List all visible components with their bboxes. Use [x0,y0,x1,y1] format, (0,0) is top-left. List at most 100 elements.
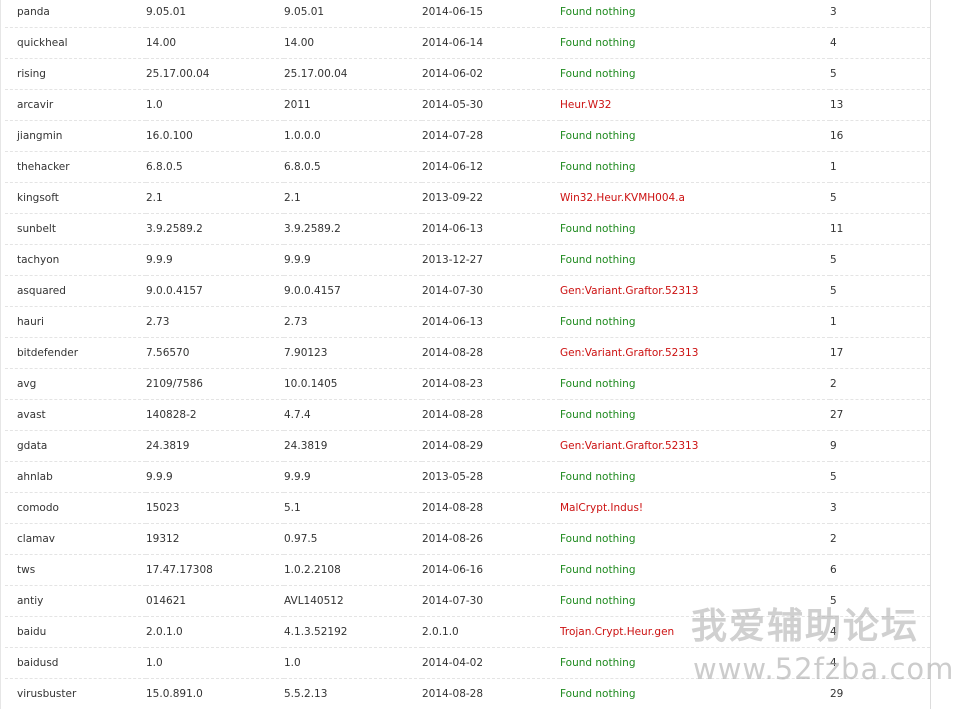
signature-version-cell: 9.9.9 [284,244,422,276]
table-row: arcavir 1.0 2011 2014-05-30 Heur.W32 13 [5,89,930,121]
count-cell: 29 [830,678,930,709]
scan-result-cell: Gen:Variant.Graftor.52313 [560,430,830,462]
count-cell: 5 [830,58,930,90]
scan-result-cell: Found nothing [560,58,830,90]
update-date-cell: 2013-12-27 [422,244,560,276]
engine-version-cell: 9.9.9 [146,244,284,276]
engine-name-cell: jiangmin [5,120,146,152]
table-row: antiy 014621 AVL140512 2014-07-30 Found noth… [5,585,930,617]
scan-result-cell: Found nothing [560,523,830,555]
engine-name-cell: avg [5,368,146,400]
engine-version-cell: 15023 [146,492,284,524]
update-date-cell: 2014-08-28 [422,492,560,524]
table-row: baidu 2.0.1.0 4.1.3.52192 2.0.1.0 Trojan.Cry… [5,616,930,648]
count-cell: 4 [830,616,930,648]
engine-name-cell: kingsoft [5,182,146,214]
signature-version-cell: 10.0.1405 [284,368,422,400]
count-cell: 3 [830,0,930,28]
update-date-cell: 2014-08-28 [422,678,560,709]
update-date-cell: 2014-07-28 [422,120,560,152]
signature-version-cell: AVL140512 [284,585,422,617]
scan-results-body: panda 9.05.01 9.05.01 2014-06-15 Found nothi… [5,0,930,709]
count-cell: 4 [830,647,930,679]
table-row: virusbuster 15.0.891.0 5.5.2.13 2014-08-28 F… [5,678,930,709]
engine-version-cell: 9.0.0.4157 [146,275,284,307]
scan-result-cell: Found nothing [560,213,830,245]
engine-name-cell: ahnlab [5,461,146,493]
update-date-cell: 2014-06-14 [422,27,560,59]
signature-version-cell: 1.0.0.0 [284,120,422,152]
engine-name-cell: gdata [5,430,146,462]
table-row: rising 25.17.00.04 25.17.00.04 2014-06-02 Fo… [5,58,930,90]
engine-name-cell: tachyon [5,244,146,276]
engine-version-cell: 17.47.17308 [146,554,284,586]
engine-name-cell: quickheal [5,27,146,59]
scan-result-cell: Found nothing [560,368,830,400]
scan-result-cell: Gen:Variant.Graftor.52313 [560,337,830,369]
update-date-cell: 2014-06-16 [422,554,560,586]
engine-version-cell: 1.0 [146,89,284,121]
table-row: clamav 19312 0.97.5 2014-08-26 Found nothing… [5,523,930,555]
engine-version-cell: 14.00 [146,27,284,59]
update-date-cell: 2014-07-30 [422,275,560,307]
engine-name-cell: antiy [5,585,146,617]
signature-version-cell: 2.1 [284,182,422,214]
update-date-cell: 2.0.1.0 [422,616,560,648]
engine-version-cell: 19312 [146,523,284,555]
engine-version-cell: 24.3819 [146,430,284,462]
engine-name-cell: arcavir [5,89,146,121]
count-cell: 5 [830,275,930,307]
engine-version-cell: 2.0.1.0 [146,616,284,648]
update-date-cell: 2013-05-28 [422,461,560,493]
engine-name-cell: comodo [5,492,146,524]
engine-name-cell: baidu [5,616,146,648]
count-cell: 1 [830,151,930,183]
scan-result-cell: Win32.Heur.KVMH004.a [560,182,830,214]
count-cell: 5 [830,182,930,214]
update-date-cell: 2014-08-29 [422,430,560,462]
signature-version-cell: 7.90123 [284,337,422,369]
scan-result-cell: Found nothing [560,585,830,617]
signature-version-cell: 1.0 [284,647,422,679]
signature-version-cell: 24.3819 [284,430,422,462]
scan-result-cell: MalCrypt.Indus! [560,492,830,524]
scan-result-cell: Gen:Variant.Graftor.52313 [560,275,830,307]
engine-version-cell: 140828-2 [146,399,284,431]
engine-name-cell: hauri [5,306,146,338]
update-date-cell: 2014-08-28 [422,399,560,431]
engine-version-cell: 6.8.0.5 [146,151,284,183]
engine-version-cell: 014621 [146,585,284,617]
count-cell: 2 [830,368,930,400]
table-row: ahnlab 9.9.9 9.9.9 2013-05-28 Found nothing 5 [5,461,930,493]
engine-name-cell: baidusd [5,647,146,679]
update-date-cell: 2014-07-30 [422,585,560,617]
engine-version-cell: 7.56570 [146,337,284,369]
engine-version-cell: 25.17.00.04 [146,58,284,90]
update-date-cell: 2014-06-13 [422,213,560,245]
engine-name-cell: clamav [5,523,146,555]
page-gutter [932,0,961,709]
signature-version-cell: 6.8.0.5 [284,151,422,183]
engine-name-cell: sunbelt [5,213,146,245]
count-cell: 13 [830,89,930,121]
scan-result-cell: Found nothing [560,27,830,59]
scan-result-cell: Found nothing [560,678,830,709]
engine-name-cell: panda [5,0,146,28]
signature-version-cell: 9.05.01 [284,0,422,28]
update-date-cell: 2014-06-13 [422,306,560,338]
table-row: tachyon 9.9.9 9.9.9 2013-12-27 Found nothing… [5,244,930,276]
table-row: hauri 2.73 2.73 2014-06-13 Found nothing 1 [5,306,930,338]
engine-name-cell: bitdefender [5,337,146,369]
count-cell: 17 [830,337,930,369]
update-date-cell: 2014-06-12 [422,151,560,183]
count-cell: 16 [830,120,930,152]
table-row: kingsoft 2.1 2.1 2013-09-22 Win32.Heur.KVMH0… [5,182,930,214]
table-row: sunbelt 3.9.2589.2 3.9.2589.2 2014-06-13 Fou… [5,213,930,245]
engine-name-cell: avast [5,399,146,431]
scan-result-cell: Found nothing [560,306,830,338]
count-cell: 5 [830,461,930,493]
update-date-cell: 2014-06-15 [422,0,560,28]
scan-result-cell: Heur.W32 [560,89,830,121]
engine-version-cell: 16.0.100 [146,120,284,152]
count-cell: 2 [830,523,930,555]
